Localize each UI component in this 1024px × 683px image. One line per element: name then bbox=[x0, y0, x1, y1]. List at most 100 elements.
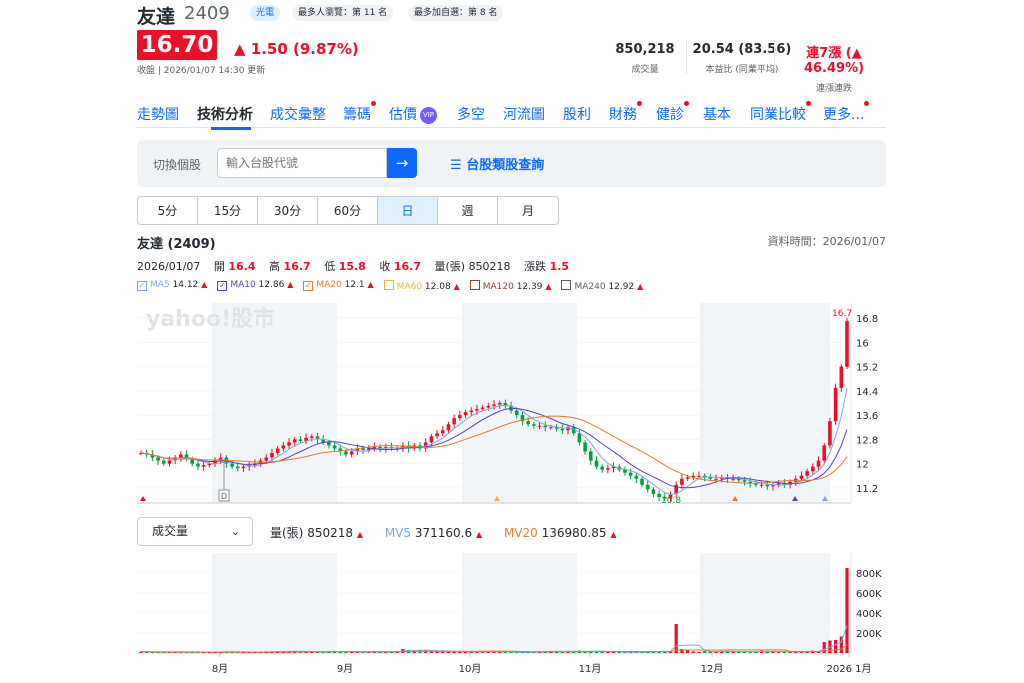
candle bbox=[167, 460, 172, 464]
candle bbox=[680, 478, 684, 485]
candle bbox=[492, 404, 496, 407]
candle bbox=[816, 460, 821, 467]
month-band bbox=[462, 553, 577, 653]
x-tick-label: 10月 bbox=[459, 663, 482, 675]
candle bbox=[452, 418, 456, 425]
candle bbox=[651, 489, 656, 494]
candle bbox=[435, 433, 439, 437]
mv20-item: MV20 136980.85 ▲ bbox=[504, 526, 617, 540]
month-band bbox=[700, 303, 830, 503]
candle bbox=[429, 436, 434, 443]
indicator-select[interactable]: 成交量 ⌄ bbox=[137, 517, 253, 546]
chevron-down-icon: ⌄ bbox=[230, 525, 240, 538]
candle bbox=[292, 439, 297, 443]
mv5-item: MV5 371160.6 ▲ bbox=[385, 526, 482, 540]
candle bbox=[486, 406, 491, 408]
candle bbox=[828, 421, 832, 446]
candle bbox=[560, 428, 565, 431]
candle bbox=[196, 463, 200, 467]
mv20-label: MV20 bbox=[503, 526, 538, 540]
indicator-select-value: 成交量 bbox=[152, 524, 189, 538]
price-tick-label: 11.2 bbox=[856, 484, 878, 495]
volume-bar bbox=[674, 624, 678, 653]
candle bbox=[799, 475, 804, 479]
candle bbox=[588, 451, 593, 461]
candle bbox=[287, 442, 291, 446]
candle bbox=[344, 451, 348, 455]
candle bbox=[275, 448, 280, 453]
candle bbox=[310, 436, 314, 438]
candle bbox=[577, 433, 582, 443]
up-icon: ▲ bbox=[610, 530, 617, 539]
candle bbox=[201, 465, 206, 467]
candle bbox=[822, 445, 827, 461]
price-tick-label: 15.2 bbox=[856, 363, 878, 374]
volume-bar bbox=[685, 650, 690, 653]
candle bbox=[833, 387, 838, 422]
candle bbox=[241, 466, 246, 469]
candle bbox=[583, 442, 587, 452]
candle bbox=[594, 460, 599, 467]
volume-item: 量(張) 850218 ▲ bbox=[270, 526, 363, 540]
mv5-label: MV5 bbox=[384, 526, 412, 540]
candle bbox=[469, 410, 474, 413]
volume-bar bbox=[834, 640, 838, 653]
candle bbox=[845, 321, 849, 367]
candle bbox=[759, 484, 764, 486]
volume-bar bbox=[452, 651, 456, 653]
candle bbox=[645, 484, 650, 490]
x-tick-label: 9月 bbox=[337, 663, 353, 675]
candle bbox=[349, 451, 354, 455]
candle bbox=[606, 468, 610, 470]
candle bbox=[697, 475, 701, 477]
candle bbox=[549, 427, 553, 429]
volume-label: 量(張) bbox=[270, 526, 304, 540]
volume-bar bbox=[708, 651, 712, 653]
mv5-value: 371160.6 bbox=[414, 526, 473, 540]
up-icon: ▲ bbox=[356, 530, 363, 539]
volume-bar bbox=[458, 651, 462, 653]
volume-bar bbox=[623, 652, 627, 653]
candle bbox=[270, 453, 274, 458]
candle bbox=[156, 457, 160, 461]
month-band bbox=[212, 303, 337, 503]
volume-bar bbox=[350, 652, 354, 653]
x-tick-label: 11月 bbox=[579, 663, 602, 675]
event-marker-label: D bbox=[221, 492, 227, 501]
candle bbox=[298, 439, 303, 441]
candle bbox=[765, 484, 770, 487]
volume-tick-label: 200K bbox=[856, 629, 882, 640]
volume-tick-label: 600K bbox=[856, 589, 882, 600]
candle bbox=[463, 412, 468, 416]
volume-summary: 量(張) 850218 ▲ MV5 371160.6 ▲ MV20 136980… bbox=[270, 524, 635, 541]
candle bbox=[742, 480, 747, 482]
candle bbox=[458, 415, 462, 419]
candle bbox=[839, 366, 844, 388]
candle bbox=[361, 448, 365, 450]
volume-bar bbox=[697, 651, 701, 653]
candle bbox=[497, 403, 502, 405]
volume-bar bbox=[617, 652, 621, 653]
volume-bar bbox=[691, 651, 695, 653]
volume-bar bbox=[777, 652, 781, 653]
volume-bar bbox=[703, 651, 707, 653]
candle bbox=[537, 425, 542, 427]
price-tick-label: 13.6 bbox=[856, 411, 878, 422]
month-band bbox=[462, 303, 577, 503]
watermark: yahoo!股市 bbox=[146, 306, 275, 332]
candle bbox=[179, 454, 183, 458]
candle bbox=[811, 466, 815, 472]
candle bbox=[685, 477, 690, 479]
min-price-label: 10.8 bbox=[661, 496, 681, 506]
candle bbox=[230, 463, 234, 467]
price-tick-label: 16.8 bbox=[856, 314, 878, 325]
mv20-value: 136980.85 bbox=[541, 526, 607, 540]
candlestick-chart[interactable]: yahoo!股市 11.2 12 12.8 13.6 14.4 15.2 16 16.8 200K… bbox=[0, 0, 1024, 683]
candle bbox=[714, 478, 718, 480]
candle bbox=[628, 472, 633, 476]
candle bbox=[161, 460, 166, 464]
candle bbox=[235, 466, 240, 469]
candle bbox=[281, 445, 286, 449]
candle bbox=[532, 424, 536, 426]
candle bbox=[634, 475, 639, 479]
